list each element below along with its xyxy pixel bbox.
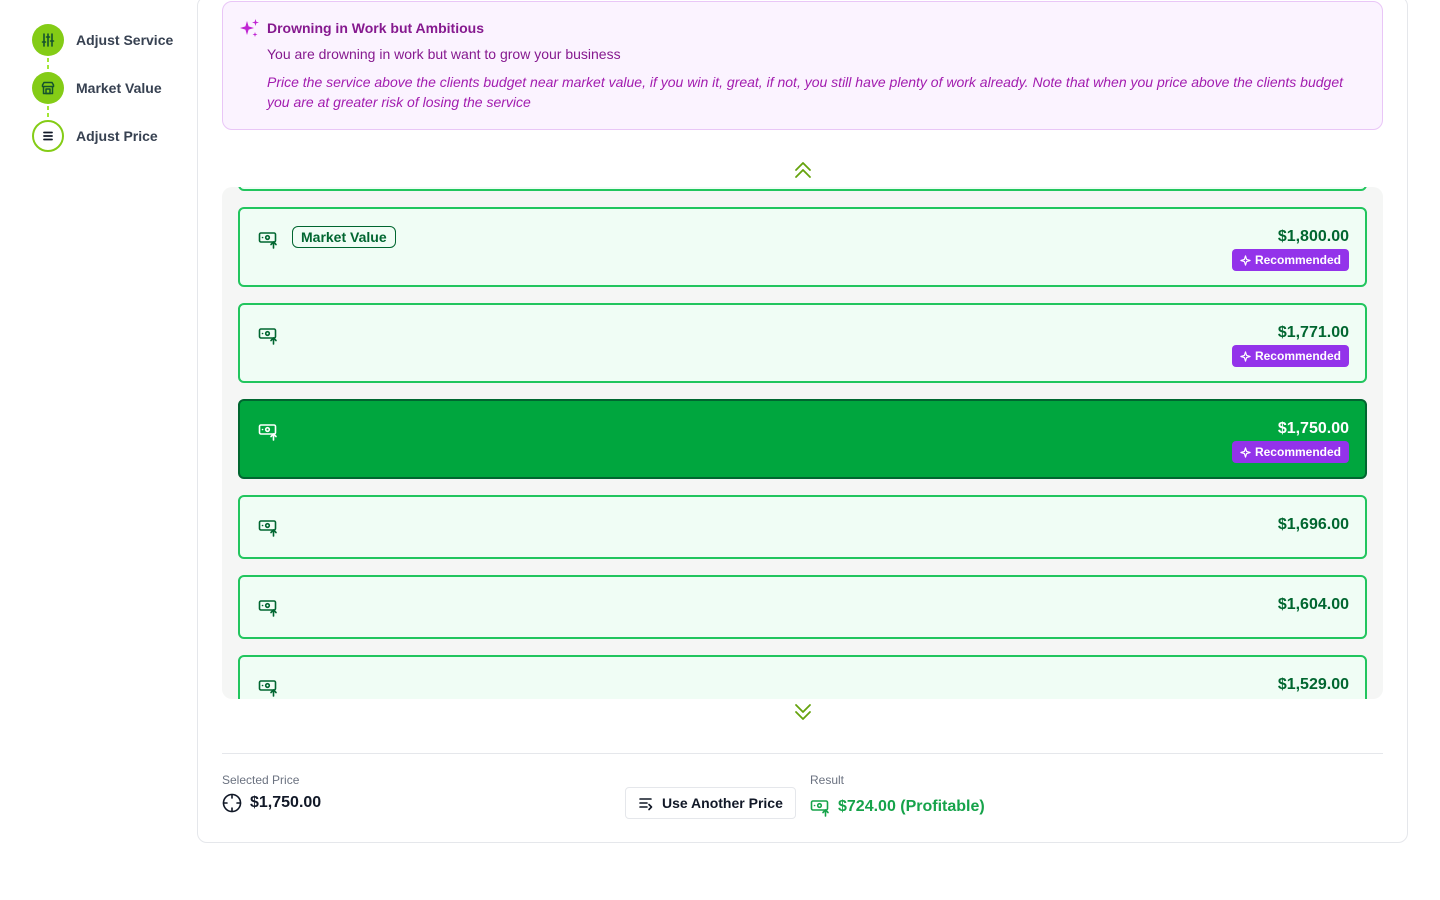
chevrons-up-icon <box>795 162 811 178</box>
insight-title: Drowning in Work but Ambitious <box>267 20 484 36</box>
sparkle-icon <box>1240 254 1251 266</box>
money-up-icon <box>810 800 829 817</box>
price-adjust-panel: Drowning in Work but Ambitious You are d… <box>197 0 1408 843</box>
progress-stepper: Adjust Service Market Value Adjust Price <box>32 24 192 168</box>
price-value: $1,529.00 <box>1277 676 1349 693</box>
sparkle-icon <box>1240 446 1251 458</box>
price-row[interactable]: Market Value $1,800.00 Recommended <box>238 207 1367 287</box>
price-row[interactable]: $1,529.00 <box>238 655 1367 699</box>
step-connector <box>47 58 49 70</box>
result-label: Result <box>810 773 845 787</box>
insight-subtitle: You are drowning in work but want to gro… <box>267 46 621 62</box>
insight-callout: Drowning in Work but Ambitious You are d… <box>222 1 1383 130</box>
price-value: $1,696.00 <box>1277 516 1349 533</box>
crosshair-icon <box>222 793 242 813</box>
step-label: Market Value <box>76 80 162 96</box>
price-value: $1,771.00 <box>1277 324 1349 341</box>
insight-body: Price the service above the clients budg… <box>267 74 1343 110</box>
selected-price: $1,750.00 <box>222 793 321 813</box>
step-label: Adjust Service <box>76 32 174 48</box>
sparkles-icon <box>240 19 259 37</box>
recommended-label: Recommended <box>1254 445 1341 459</box>
price-options-list[interactable]: Market Value $1,800.00 Recommended $1,77… <box>222 187 1383 699</box>
money-up-icon <box>258 680 277 697</box>
recommended-badge: Recommended <box>1231 345 1349 367</box>
step-connector <box>47 106 49 118</box>
step-adjust-service[interactable]: Adjust Service <box>32 24 192 70</box>
recommended-label: Recommended <box>1254 253 1341 267</box>
sliders-icon <box>32 24 64 56</box>
scroll-up-button[interactable] <box>792 159 814 181</box>
money-up-icon <box>258 328 277 345</box>
money-up-icon <box>258 600 277 617</box>
price-row-hidden[interactable] <box>238 187 1367 191</box>
use-another-price-button[interactable]: Use Another Price <box>625 787 796 819</box>
scroll-down-button[interactable] <box>792 701 814 723</box>
step-adjust-price[interactable]: Adjust Price <box>32 120 192 152</box>
recommended-badge: Recommended <box>1231 441 1349 463</box>
sparkle-icon <box>1240 350 1251 362</box>
list-arrow-icon <box>639 798 653 811</box>
result-value-group: $724.00 (Profitable) <box>810 797 985 817</box>
chevrons-down-icon <box>795 704 811 720</box>
store-icon <box>32 72 64 104</box>
price-row[interactable]: $1,696.00 <box>238 495 1367 559</box>
recommended-badge: Recommended <box>1231 249 1349 271</box>
price-value: $1,750.00 <box>1277 420 1349 437</box>
recommended-label: Recommended <box>1254 349 1341 363</box>
footer-divider <box>222 753 1383 754</box>
result-value: $724.00 (Profitable) <box>838 798 985 815</box>
money-up-icon <box>258 424 277 441</box>
step-market-value[interactable]: Market Value <box>32 72 192 118</box>
price-value: $1,800.00 <box>1277 228 1349 245</box>
step-label: Adjust Price <box>76 128 158 144</box>
use-another-price-label: Use Another Price <box>662 795 783 811</box>
money-up-icon <box>258 520 277 537</box>
market-value-tag: Market Value <box>292 226 396 248</box>
price-value: $1,604.00 <box>1277 596 1349 613</box>
price-row[interactable]: $1,771.00 Recommended <box>238 303 1367 383</box>
price-row-selected[interactable]: $1,750.00 Recommended <box>238 399 1367 479</box>
price-row[interactable]: $1,604.00 <box>238 575 1367 639</box>
money-up-icon <box>258 232 277 249</box>
selected-price-label: Selected Price <box>222 773 300 787</box>
list-icon <box>32 120 64 152</box>
selected-price-value: $1,750.00 <box>250 794 322 811</box>
